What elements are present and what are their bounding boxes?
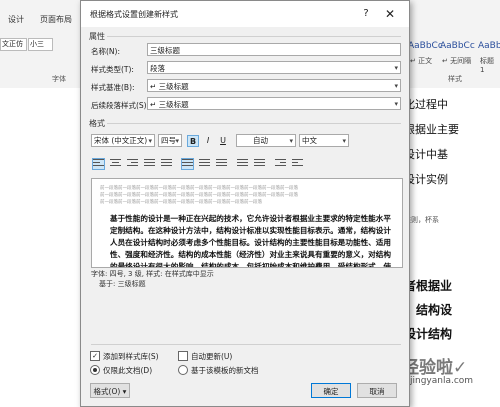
style-description: 字体: 四号, 3 级, 样式: 在样式库中显示 基于: 三级标题 [91,269,401,289]
style-swatch-normal[interactable]: AaBbCc [408,41,443,51]
justify-icon[interactable] [144,159,155,169]
based-on-value: ↵ 三级标题 [150,82,189,91]
font-value: 宋体 (中文正文) [94,136,148,145]
style-description-line: 字体: 四号, 3 级, 样式: 在样式库中显示 [91,270,214,278]
tab-design[interactable]: 设计 [8,14,24,25]
next-style-value: ↵ 三级标题 [150,100,189,109]
chevron-down-icon: ▾ [175,137,179,145]
next-style-label: 后续段落样式(S): [91,101,150,110]
chevron-down-icon: ▾ [394,82,398,90]
style-swatch-no-spacing[interactable]: AaBbCc [440,41,475,51]
single-spacing-icon[interactable] [181,158,194,170]
align-right-icon[interactable] [127,159,138,169]
language-select[interactable]: 中文 ▾ [299,134,349,147]
font-size-value: 四号 [161,136,176,145]
style-name-no-spacing: ↵ 无间隔 [442,57,472,65]
preview-previous-paragraph: 前一段落前一段落前一段落前一段落前一段落前一段落前一段落前一段落前一段落前一段落… [100,193,298,198]
preview-previous-paragraph: 前一段落前一段落前一段落前一段落前一段落前一段落前一段落前一段落前一段落 [100,200,262,205]
bold-button[interactable]: B [187,135,199,147]
align-left-icon[interactable] [92,158,105,170]
distribute-icon[interactable] [161,159,172,169]
doc-line: 化过程中 [404,98,448,111]
only-this-document-label: 仅限此文档(D) [103,366,153,375]
tab-page-layout[interactable]: 页面布局 [40,14,72,25]
auto-update-checkbox[interactable] [178,351,188,361]
only-this-document-radio[interactable] [90,365,100,375]
line-spacing-up-icon[interactable] [237,159,248,169]
section-divider [107,123,401,124]
dialog-title: 根据格式设置创建新样式 [90,10,178,19]
font-select[interactable]: 宋体 (中文正文) ▾ [91,134,155,147]
doc-line: 者根据业 [404,279,453,293]
preview-sample-text: 基于性能的设计是一种正在兴起的技术，它允许设计者根据业主要求的特定性能水平定制结… [110,214,391,268]
dialog-titlebar: 根据格式设置创建新样式 ? ✕ [81,1,409,27]
style-name-normal: ↵ 正文 [410,57,433,65]
font-name-box[interactable]: 文正仿 [0,38,27,51]
help-button[interactable]: ? [358,6,374,22]
doc-line: 设计结构 [404,327,453,341]
close-button[interactable]: ✕ [382,6,398,22]
format-section-label: 格式 [89,119,105,128]
add-to-gallery-label: 添加到样式库(S) [103,352,159,361]
section-divider [91,344,401,345]
doc-line: 设计中基 [404,148,448,161]
section-divider [107,36,401,37]
styles-group-label: 样式 [448,75,462,83]
doc-line: 设计实例 [404,173,448,186]
style-name-heading1: 标题 1 [480,57,494,74]
cancel-button[interactable]: 取消 [357,383,397,398]
next-style-select[interactable]: ↵ 三级标题 ▾ [147,97,401,110]
format-button[interactable]: 格式(O) ▾ [90,383,130,398]
font-color-select[interactable]: 自动 ▾ [236,134,296,147]
chevron-down-icon: ▾ [394,64,398,72]
double-spacing-icon[interactable] [216,159,227,169]
doc-line: ，结构设 [404,303,453,317]
chevron-down-icon: ▾ [148,137,152,145]
style-name-input[interactable]: 三级标题 [147,43,401,56]
chevron-down-icon: ▾ [342,137,346,145]
style-preview-pane: 前一段落前一段落前一段落前一段落前一段落前一段落前一段落前一段落前一段落前一段落… [91,178,403,268]
style-type-label: 样式类型(T): [91,65,134,74]
decrease-indent-icon[interactable] [275,159,286,169]
new-documents-template-label: 基于该模板的新文档 [191,366,259,375]
watermark-url: jingyanla.com [410,376,474,386]
doc-line: 根据业主要 [404,123,459,136]
increase-indent-icon[interactable] [292,159,303,169]
font-size-box[interactable]: 小三 [28,38,53,51]
line-spacing-down-icon[interactable] [254,159,265,169]
language-value: 中文 [302,136,317,145]
based-on-label: 样式基准(B): [91,83,135,92]
style-type-value: 段落 [150,64,165,73]
new-documents-template-radio[interactable] [178,365,188,375]
name-label: 名称(N): [91,47,120,56]
properties-section-label: 属性 [89,32,105,41]
italic-button[interactable]: I [202,135,214,147]
style-description-line: 基于: 三级标题 [99,280,146,288]
style-type-select[interactable]: 段落 ▾ [147,61,401,74]
preview-previous-paragraph: 前一段落前一段落前一段落前一段落前一段落前一段落前一段落前一段落前一段落前一段落… [100,186,298,191]
add-to-gallery-checkbox[interactable]: ✓ [90,351,100,361]
based-on-select[interactable]: ↵ 三级标题 ▾ [147,79,401,92]
chevron-down-icon: ▾ [289,137,293,145]
font-color-value: 自动 [253,136,268,145]
one-half-spacing-icon[interactable] [199,159,210,169]
watermark-brand: 经验啦✓ [402,358,468,378]
font-group-label: 字体 [52,75,66,83]
ok-button[interactable]: 确定 [311,383,351,398]
underline-button[interactable]: U [217,135,229,147]
chevron-down-icon: ▾ [394,100,398,108]
align-center-icon[interactable] [110,159,121,169]
auto-update-label: 自动更新(U) [191,352,233,361]
style-swatch-heading1[interactable]: AaBbCc [478,41,500,51]
font-size-select[interactable]: 四号 ▾ [158,134,182,147]
create-style-dialog: 根据格式设置创建新样式 ? ✕ 属性 名称(N): 三级标题 样式类型(T): … [80,0,410,407]
